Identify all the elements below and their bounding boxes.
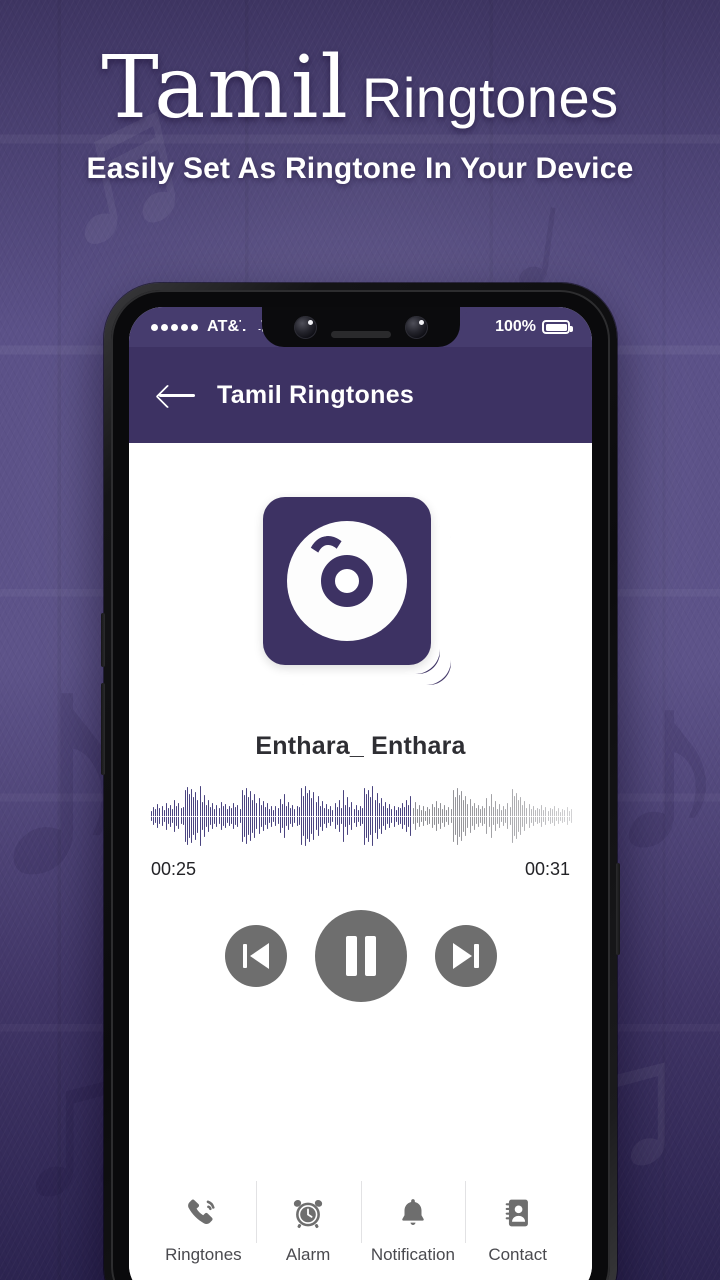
power-button[interactable] <box>616 863 620 955</box>
previous-button[interactable] <box>224 925 287 987</box>
bell-icon <box>391 1191 435 1235</box>
action-ringtones[interactable]: Ringtones <box>151 1177 256 1265</box>
earpiece-speaker <box>330 330 391 338</box>
waveform-section: 00:25 00:31 <box>129 785 592 880</box>
battery-percent-label: 100% <box>495 318 536 335</box>
back-arrow-icon[interactable] <box>159 383 195 407</box>
skip-next-icon <box>452 943 479 969</box>
action-label: Contact <box>488 1245 547 1264</box>
playback-controls <box>224 910 497 1002</box>
promo-tagline: Easily Set As Ringtone In Your Device <box>86 152 634 185</box>
action-notification[interactable]: Notification <box>360 1177 466 1265</box>
skip-previous-icon <box>242 943 269 969</box>
waveform-center-line <box>151 816 570 817</box>
app-bar: Tamil Ringtones <box>129 347 592 443</box>
phone-notch <box>261 307 460 347</box>
player-screen: Enthara_ Enthara 00:25 00:31 Ringtones A… <box>129 443 592 1280</box>
alarm-clock-icon <box>286 1191 330 1235</box>
action-label: Ringtones <box>165 1245 242 1264</box>
album-disc-stack-icon <box>263 497 431 665</box>
phone-ringing-icon <box>181 1191 225 1235</box>
phone-mockup: AT&T 100% Tamil Ringtones Enthara_ Entha… <box>101 283 620 1280</box>
promo-title-sub: Ringtones <box>361 66 619 129</box>
next-button[interactable] <box>434 925 497 987</box>
pause-icon <box>345 936 376 976</box>
promo-title-main: Tamil <box>101 38 350 138</box>
action-label: Notification <box>370 1245 455 1264</box>
audio-waveform[interactable] <box>151 785 572 847</box>
action-bar: Ringtones Alarm Notification Contact <box>129 1177 592 1280</box>
front-camera-icon <box>293 315 317 339</box>
action-contact[interactable]: Contact <box>465 1177 570 1265</box>
signal-strength-icon <box>151 323 198 331</box>
contact-book-icon <box>496 1191 540 1235</box>
action-label: Alarm <box>285 1245 331 1264</box>
time-labels: 00:25 00:31 <box>151 859 570 880</box>
waveform-bar <box>570 809 572 823</box>
battery-icon <box>542 320 573 334</box>
promo-title-row: Tamil Ringtones <box>0 38 720 138</box>
front-camera-icon <box>404 315 428 339</box>
album-art <box>263 497 458 692</box>
promo-header: Tamil Ringtones Easily Set As Ringtone I… <box>0 38 720 186</box>
action-alarm[interactable]: Alarm <box>255 1177 361 1265</box>
total-time: 00:31 <box>524 859 570 879</box>
phone-screen: AT&T 100% Tamil Ringtones Enthara_ Entha… <box>129 307 592 1280</box>
song-title: Enthara_ Enthara <box>255 732 466 760</box>
play-pause-button[interactable] <box>314 910 407 1002</box>
elapsed-time: 00:25 <box>151 859 197 879</box>
status-bar-right: 100% <box>495 318 573 336</box>
volume-down-button[interactable] <box>101 683 105 775</box>
disc-icon <box>287 521 407 641</box>
app-bar-title: Tamil Ringtones <box>217 380 415 409</box>
volume-up-button[interactable] <box>101 613 105 667</box>
